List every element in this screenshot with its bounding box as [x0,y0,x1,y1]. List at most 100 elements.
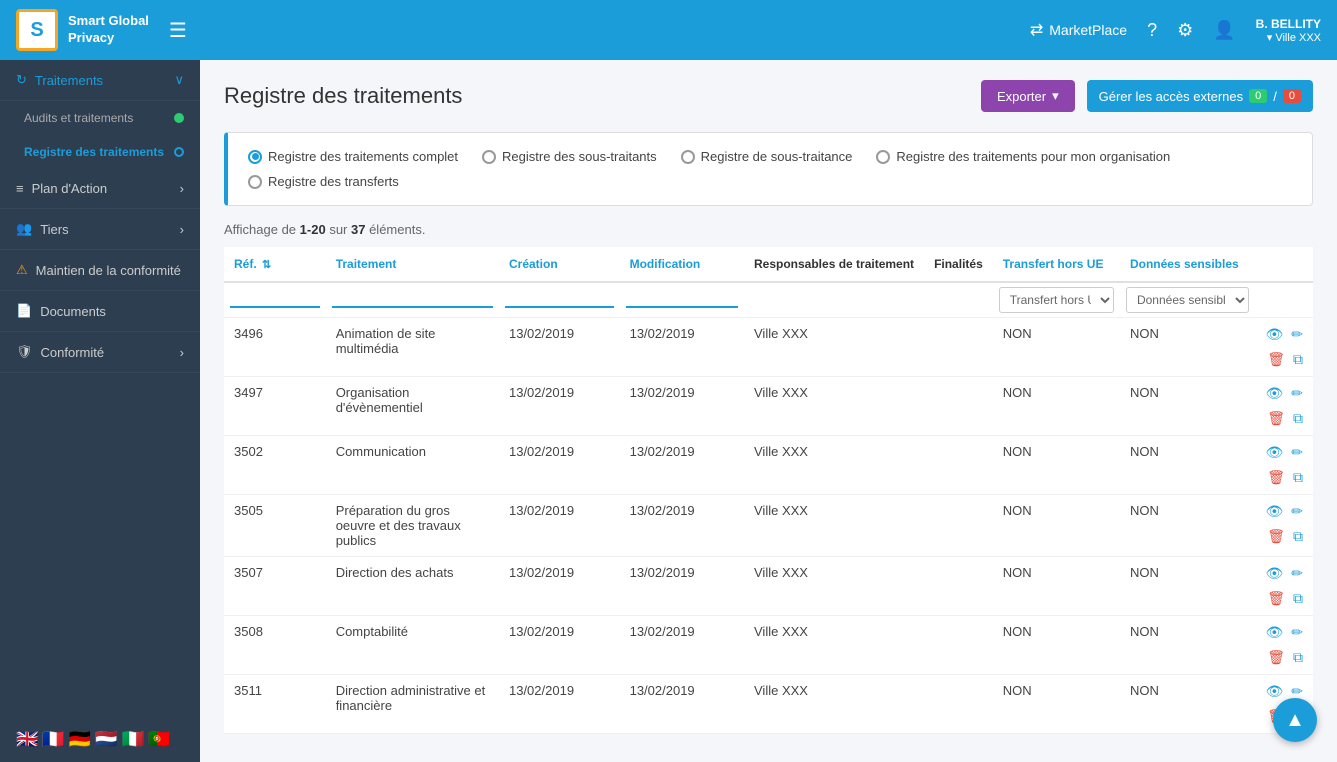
flag-fr[interactable]: 🇫🇷 [42,729,64,750]
radio-sous-traitants[interactable]: Registre des sous-traitants [482,149,657,164]
radio-circle-complet [248,150,262,164]
cell-traitement: Organisation d'évènementiel [326,377,499,436]
user-name: B. BELLITY [1256,17,1321,31]
user-icon[interactable]: 👤 [1213,20,1235,41]
th-traitement[interactable]: Traitement [326,247,499,282]
logo-icon: S [16,9,58,51]
copy-icon[interactable]: ⧉ [1293,528,1303,545]
delete-icon[interactable]: 🗑 [1267,590,1285,607]
chevron-right-icon-tiers: › [180,222,184,237]
filter-ref-input[interactable] [230,287,320,308]
edit-icon[interactable]: ✏ [1291,565,1303,582]
cell-traitement: Comptabilité [326,616,499,675]
view-icon[interactable]: 👁 [1265,683,1283,700]
delete-icon[interactable]: 🗑 [1267,351,1285,368]
filter-modification-input[interactable] [626,287,738,308]
acces-externes-button[interactable]: Gérer les accès externes 0 / 0 [1087,80,1313,112]
copy-icon[interactable]: ⧉ [1293,351,1303,368]
th-modification[interactable]: Modification [620,247,744,282]
flag-pt[interactable]: 🇵🇹 [148,729,170,750]
copy-icon[interactable]: ⧉ [1293,469,1303,486]
sidebar-item-conformite[interactable]: 🛡 Conformité › [0,332,200,373]
table-row: 3496 Animation de site multimédia 13/02/… [224,318,1313,377]
filter-creation-input[interactable] [505,287,614,308]
hamburger-icon[interactable]: ☰ [169,18,187,43]
table-row: 3508 Comptabilité 13/02/2019 13/02/2019 … [224,616,1313,675]
sidebar-label-conformite: Conformité [41,345,105,360]
cell-ref: 3505 [224,495,326,557]
sidebar-item-registre[interactable]: Registre des traitements [0,135,200,169]
user-info[interactable]: B. BELLITY ▾ Ville XXX [1256,17,1321,44]
cell-finalites [924,377,993,436]
radio-sous-traitance[interactable]: Registre de sous-traitance [681,149,853,164]
th-creation[interactable]: Création [499,247,620,282]
view-icon[interactable]: 👁 [1265,565,1283,582]
export-label: Exporter [997,89,1046,104]
sidebar-label-plan: Plan d'Action [32,181,107,196]
th-donnees[interactable]: Données sensibles [1120,247,1255,282]
delete-icon[interactable]: 🗑 [1267,528,1285,545]
view-icon[interactable]: 👁 [1265,503,1283,520]
delete-icon[interactable]: 🗑 [1267,649,1285,666]
flag-de[interactable]: 🇩🇪 [69,729,91,750]
edit-icon[interactable]: ✏ [1291,326,1303,343]
view-icon[interactable]: 👁 [1265,326,1283,343]
flag-nl[interactable]: 🇳🇱 [95,729,117,750]
cell-finalites [924,495,993,557]
cell-actions: 👁 ✏ 🗑 ⧉ [1255,557,1313,616]
status-dot-green [174,113,184,123]
cell-actions: 👁 ✏ 🗑 ⧉ [1255,318,1313,377]
radio-transferts[interactable]: Registre des transferts [248,174,399,189]
copy-icon[interactable]: ⧉ [1293,590,1303,607]
export-button[interactable]: Exporter ▾ [981,80,1075,112]
acces-label: Gérer les accès externes [1099,89,1244,104]
radio-mon-org[interactable]: Registre des traitements pour mon organi… [876,149,1170,164]
th-ref[interactable]: Réf. ⇅ [224,247,326,282]
sidebar-item-documents[interactable]: 📄 Documents [0,291,200,332]
table-row: 3507 Direction des achats 13/02/2019 13/… [224,557,1313,616]
filter-donnees-select[interactable]: Données sensibles OUI NON [1126,287,1249,313]
acces-count1: 0 [1249,89,1267,103]
cell-transfert: NON [993,675,1120,734]
copy-icon[interactable]: ⧉ [1293,649,1303,666]
cell-transfert: NON [993,616,1120,675]
radio-label-complet: Registre des traitements complet [268,149,458,164]
filter-traitement-input[interactable] [332,287,493,308]
topnav-right: ⇄ MarketPlace ? ⚙ 👤 B. BELLITY ▾ Ville X… [1030,17,1321,44]
cell-actions: 👁 ✏ 🗑 ⧉ [1255,616,1313,675]
sidebar-item-audits[interactable]: Audits et traitements [0,101,200,135]
flag-it[interactable]: 🇮🇹 [122,729,144,750]
cell-responsables: Ville XXX [744,616,924,675]
th-finalites: Finalités [924,247,993,282]
cell-donnees: NON [1120,616,1255,675]
filter-transfert-select[interactable]: Transfert hors UE OUI NON [999,287,1114,313]
marketplace-icon: ⇄ [1030,20,1043,40]
view-icon[interactable]: 👁 [1265,444,1283,461]
radio-circle-mon-org [876,150,890,164]
sidebar-item-maintien[interactable]: ⚠ Maintien de la conformité [0,250,200,291]
view-icon[interactable]: 👁 [1265,385,1283,402]
page-actions: Exporter ▾ Gérer les accès externes 0 / … [981,80,1313,112]
list-icon: ≡ [16,181,24,196]
filter-actions-cell [1255,282,1313,318]
th-transfert[interactable]: Transfert hors UE [993,247,1120,282]
marketplace-label: MarketPlace [1049,22,1127,38]
sidebar-item-tiers[interactable]: 👥 Tiers › [0,209,200,250]
copy-icon[interactable]: ⧉ [1293,410,1303,427]
edit-icon[interactable]: ✏ [1291,385,1303,402]
marketplace-button[interactable]: ⇄ MarketPlace [1030,20,1127,40]
help-icon[interactable]: ? [1147,20,1157,41]
edit-icon[interactable]: ✏ [1291,624,1303,641]
view-icon[interactable]: 👁 [1265,624,1283,641]
delete-icon[interactable]: 🗑 [1267,469,1285,486]
sidebar-item-plan[interactable]: ≡ Plan d'Action › [0,169,200,209]
scroll-top-button[interactable]: ▲ [1273,698,1317,742]
sidebar-item-traitements[interactable]: ↻ Traitements ∨ [0,60,200,101]
delete-icon[interactable]: 🗑 [1267,410,1285,427]
radio-complet[interactable]: Registre des traitements complet [248,149,458,164]
gear-icon[interactable]: ⚙ [1177,20,1193,41]
edit-icon[interactable]: ✏ [1291,503,1303,520]
logo[interactable]: S Smart Global Privacy [16,9,149,51]
edit-icon[interactable]: ✏ [1291,444,1303,461]
flag-en[interactable]: 🇬🇧 [16,729,38,750]
